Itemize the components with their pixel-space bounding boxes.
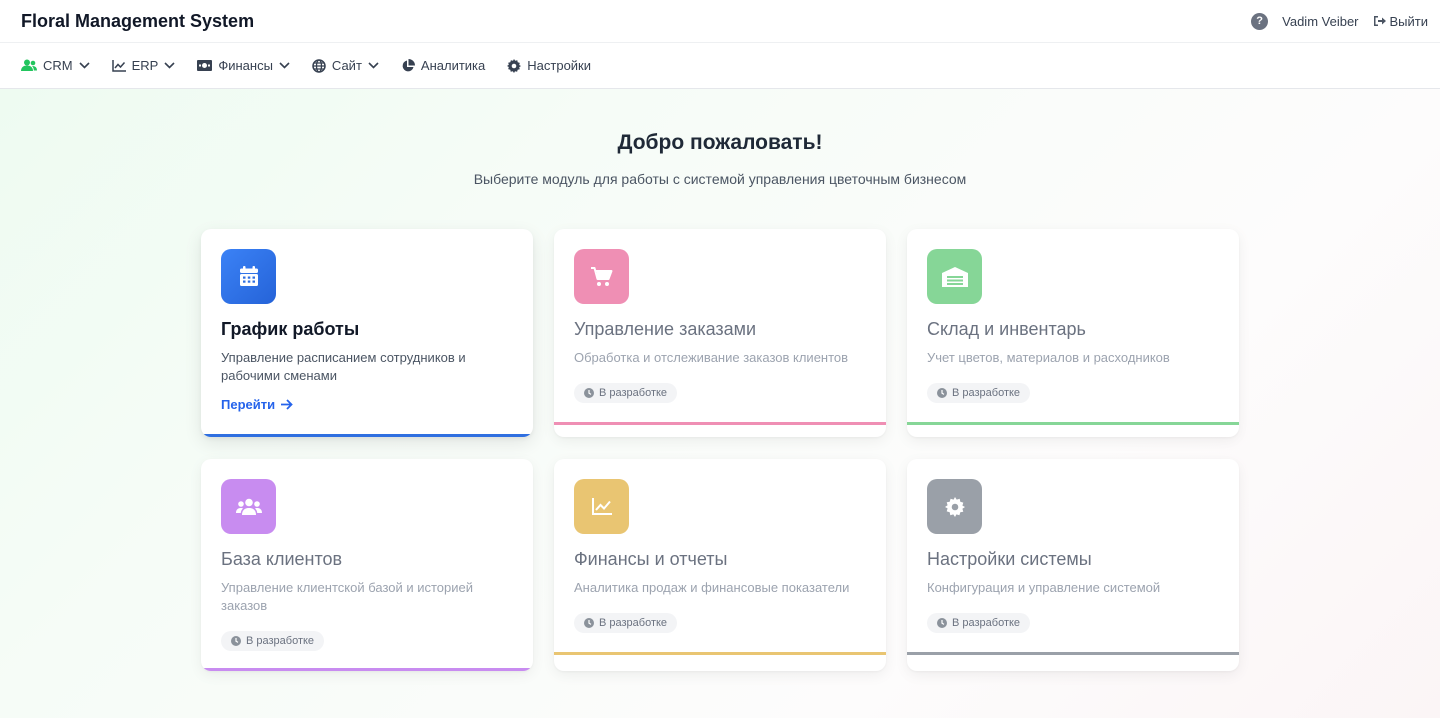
module-card-clients[interactable]: База клиентов Управление клиентской базо… bbox=[201, 459, 533, 671]
module-card-finance[interactable]: Финансы и отчеты Аналитика продаж и фина… bbox=[554, 459, 886, 671]
module-card-schedule[interactable]: График работы Управление расписанием сот… bbox=[201, 229, 533, 437]
module-title: Склад и инвентарь bbox=[927, 319, 1086, 339]
nav-label: Финансы bbox=[218, 58, 273, 73]
logout-icon bbox=[1373, 16, 1386, 26]
module-open-link[interactable]: Перейти bbox=[221, 397, 293, 412]
module-grid: График работы Управление расписанием сот… bbox=[201, 229, 1239, 671]
users-icon bbox=[21, 59, 37, 71]
status-label: В разработке bbox=[952, 617, 1021, 629]
clock-icon bbox=[231, 636, 241, 646]
nav-item-site[interactable]: Сайт bbox=[312, 58, 379, 73]
status-badge: В разработке bbox=[927, 383, 1031, 403]
nav-item-analytics[interactable]: Аналитика bbox=[401, 58, 485, 73]
app-title: Floral Management System bbox=[21, 10, 255, 31]
module-description: Управление клиентской базой и историей з… bbox=[221, 580, 474, 613]
main-nav: CRM ERP Финансы Сайт Аналитика Настройки bbox=[0, 43, 1440, 89]
module-title: График работы bbox=[221, 319, 360, 339]
users-icon bbox=[235, 498, 262, 515]
module-icon-box bbox=[221, 479, 276, 534]
module-description: Обработка и отслеживание заказов клиенто… bbox=[574, 350, 849, 365]
logout-button[interactable]: Выйти bbox=[1373, 13, 1429, 29]
status-label: В разработке bbox=[599, 617, 668, 629]
status-badge: В разработке bbox=[927, 613, 1031, 633]
main-content: Добро пожаловать! Выберите модуль для ра… bbox=[0, 89, 1440, 718]
module-description: Учет цветов, материалов и расходников bbox=[927, 350, 1170, 365]
module-card-warehouse[interactable]: Склад и инвентарь Учет цветов, материало… bbox=[907, 229, 1239, 437]
clock-icon bbox=[584, 618, 594, 628]
status-label: В разработке bbox=[246, 635, 315, 647]
chevron-down-icon bbox=[79, 62, 90, 69]
chart-line-icon bbox=[591, 498, 612, 515]
help-icon[interactable]: ? bbox=[1251, 12, 1269, 30]
module-accent-bar bbox=[907, 422, 1239, 425]
pie-chart-icon bbox=[402, 58, 415, 71]
top-bar: Floral Management System ? Vadim Veiber … bbox=[0, 0, 1440, 43]
nav-label: ERP bbox=[131, 58, 159, 73]
module-title: База клиентов bbox=[221, 549, 343, 569]
chevron-down-icon bbox=[368, 62, 379, 69]
module-accent-bar bbox=[201, 668, 533, 671]
page-subtitle: Выберите модуль для работы с системой уп… bbox=[473, 171, 967, 187]
module-card-settings[interactable]: Настройки системы Конфигурация и управле… bbox=[907, 459, 1239, 671]
module-icon-box bbox=[927, 479, 982, 534]
module-accent-bar bbox=[907, 652, 1239, 655]
module-icon-box bbox=[574, 479, 629, 534]
chart-line-icon bbox=[111, 59, 126, 72]
nav-label: Аналитика bbox=[420, 58, 486, 73]
chevron-down-icon bbox=[164, 62, 175, 69]
module-icon-box bbox=[221, 249, 276, 304]
gear-icon bbox=[507, 58, 522, 73]
module-title: Управление заказами bbox=[574, 319, 757, 339]
status-label: В разработке bbox=[952, 387, 1021, 399]
module-icon-box bbox=[574, 249, 629, 304]
module-title: Финансы и отчеты bbox=[574, 549, 728, 569]
nav-item-crm[interactable]: CRM bbox=[21, 58, 90, 73]
module-description: Аналитика продаж и финансовые показатели bbox=[574, 580, 850, 595]
nav-label: Настройки bbox=[527, 58, 592, 73]
calendar-icon bbox=[239, 266, 258, 286]
module-open-label: Перейти bbox=[221, 397, 276, 412]
nav-item-settings[interactable]: Настройки bbox=[507, 58, 591, 73]
status-label: В разработке bbox=[599, 387, 668, 399]
module-title: Настройки системы bbox=[927, 549, 1092, 569]
nav-label: Сайт bbox=[331, 58, 362, 73]
user-area: ? Vadim Veiber Выйти bbox=[1251, 12, 1429, 30]
module-accent-bar bbox=[554, 422, 886, 425]
module-icon-box bbox=[927, 249, 982, 304]
warehouse-icon bbox=[941, 266, 968, 287]
module-card-orders[interactable]: Управление заказами Обработка и отслежив… bbox=[554, 229, 886, 437]
gear-icon bbox=[944, 496, 965, 517]
user-name[interactable]: Vadim Veiber bbox=[1282, 14, 1358, 29]
nav-item-finance[interactable]: Финансы bbox=[197, 58, 290, 73]
money-icon bbox=[197, 60, 213, 71]
module-description: Управление расписанием сотрудников и раб… bbox=[221, 350, 466, 383]
cart-icon bbox=[590, 266, 612, 286]
module-description: Конфигурация и управление системой bbox=[927, 580, 1161, 595]
status-badge: В разработке bbox=[574, 383, 678, 403]
module-accent-bar bbox=[201, 434, 533, 437]
nav-item-erp[interactable]: ERP bbox=[111, 58, 176, 73]
clock-icon bbox=[937, 618, 947, 628]
globe-icon bbox=[312, 58, 326, 73]
page-title: Добро пожаловать! bbox=[617, 131, 823, 154]
chevron-down-icon bbox=[279, 62, 290, 69]
module-accent-bar bbox=[554, 652, 886, 655]
status-badge: В разработке bbox=[221, 631, 325, 651]
nav-label: CRM bbox=[43, 58, 73, 73]
status-badge: В разработке bbox=[574, 613, 678, 633]
arrow-right-icon bbox=[281, 399, 293, 410]
clock-icon bbox=[584, 388, 594, 398]
clock-icon bbox=[937, 388, 947, 398]
logout-label: Выйти bbox=[1389, 13, 1429, 29]
